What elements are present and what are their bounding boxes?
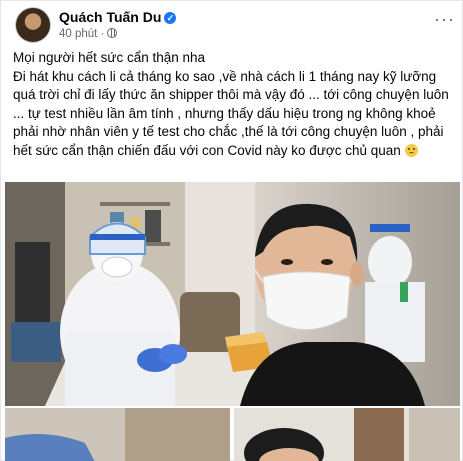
post-photo-thumb-left[interactable] (5, 408, 230, 461)
thumb-right-illustration (234, 408, 460, 461)
selfie-photo-illustration (5, 182, 460, 406)
post-text-body: Đi hát khu cách li cả tháng ko sao ,về n… (13, 68, 453, 161)
sad-face-emoji-icon (404, 143, 418, 157)
post-header: Quách Tuấn Du ✓ 40 phút · ··· (15, 7, 455, 43)
post-text-line1: Mọi người hết sức cẩn thận nha (13, 50, 206, 65)
post-time[interactable]: 40 phút (59, 28, 97, 40)
thumb-left-illustration (5, 408, 230, 461)
post-photo-thumb-right[interactable] (234, 408, 460, 461)
facebook-post: Quách Tuấn Du ✓ 40 phút · ··· Mọi người h… (0, 0, 463, 461)
post-text: Mọi người hết sức cẩn thận nha Đi hát kh… (13, 49, 453, 160)
verified-badge-icon: ✓ (164, 12, 177, 24)
globe-icon (107, 28, 118, 38)
post-meta: 40 phút · (59, 28, 118, 40)
post-photo-row (5, 408, 460, 461)
author-name[interactable]: Quách Tuấn Du ✓ (59, 9, 177, 25)
author-avatar[interactable] (15, 7, 51, 43)
post-text-body-text: Đi hát khu cách li cả tháng ko sao ,về n… (13, 68, 449, 158)
post-photo-main[interactable] (5, 182, 460, 406)
more-options-button[interactable]: ··· (434, 9, 455, 30)
author-name-text[interactable]: Quách Tuấn Du (59, 9, 161, 25)
